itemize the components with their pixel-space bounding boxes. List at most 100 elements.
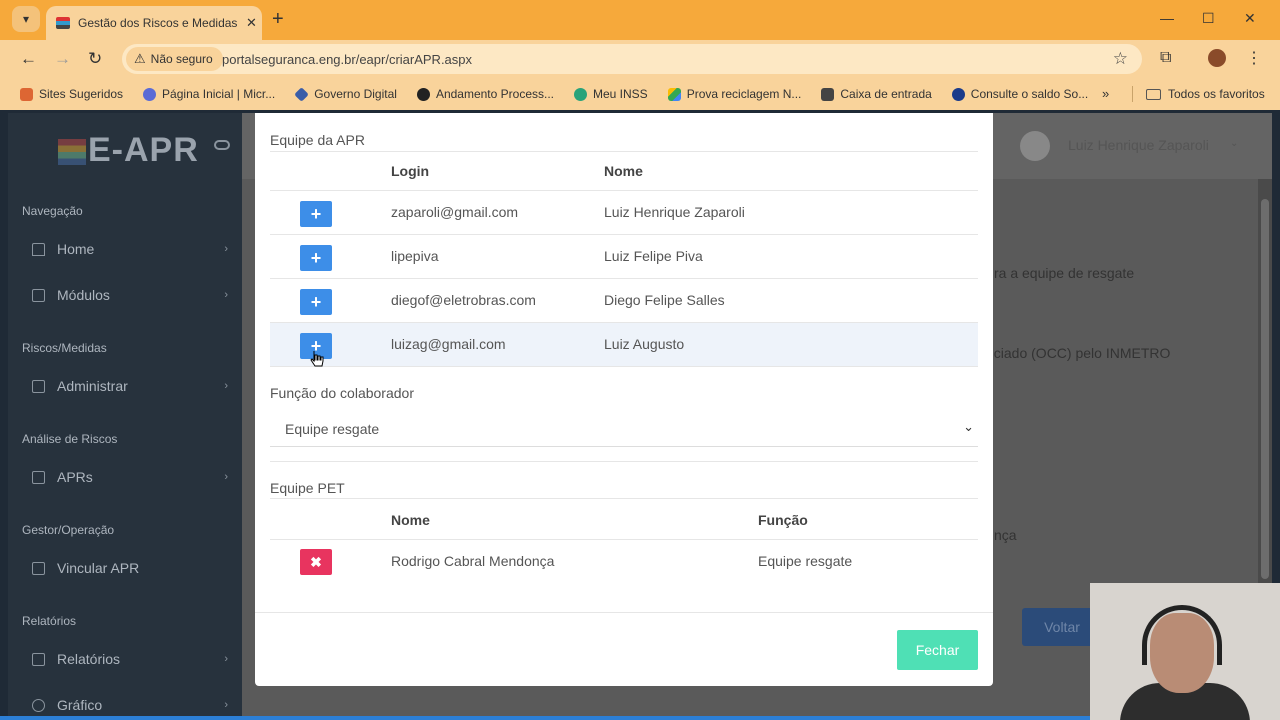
bookmark-icon (951, 87, 965, 101)
sidebar-section-title: Análise de Riscos (22, 432, 118, 446)
bookmark-item[interactable]: Governo Digital (294, 86, 397, 102)
back-icon[interactable]: ← (20, 49, 37, 69)
column-header-name: Nome (604, 163, 643, 179)
taskbar-edge (0, 716, 1090, 720)
divider (1132, 86, 1133, 102)
add-member-button[interactable]: + (300, 245, 332, 271)
scrollbar-thumb[interactable] (1261, 199, 1269, 579)
chevron-right-icon: › (224, 380, 228, 392)
reload-icon[interactable]: ↻ (88, 49, 102, 69)
bookmark-item[interactable]: Sites Sugeridos (20, 87, 123, 101)
divider (270, 151, 978, 152)
sidebar-item-aprs[interactable]: APRs › (32, 469, 228, 485)
sidebar-item-administrar[interactable]: Administrar › (32, 378, 228, 394)
hand-cursor-icon (310, 351, 324, 367)
table-row: ✖ Rodrigo Cabral Mendonça Equipe resgate (270, 540, 978, 584)
table-row: + diegof@eletrobras.com Diego Felipe Sal… (270, 279, 978, 323)
sidebar-item-vincular-apr[interactable]: Vincular APR (32, 560, 228, 576)
browser-menu-icon[interactable]: ⋮ (1246, 48, 1262, 68)
logo-mark (58, 139, 86, 166)
chevron-right-icon: › (224, 243, 228, 255)
browser-nav-bar: ← → ↻ ⚠ Não seguro portalseguranca.eng.b… (0, 40, 1280, 78)
bookmark-item[interactable]: Caixa de entrada (821, 87, 932, 101)
user-name[interactable]: Luiz Henrique Zaparoli (1068, 137, 1209, 153)
extensions-icon[interactable]: ⧉ (1160, 49, 1171, 67)
user-avatar[interactable] (1020, 131, 1050, 161)
window-close-icon[interactable]: ✕ (1244, 10, 1256, 27)
remove-member-button[interactable]: ✖ (300, 549, 332, 575)
bookmark-icon (294, 86, 310, 102)
security-label: Não seguro (150, 52, 213, 66)
member-login: luizag@gmail.com (391, 336, 506, 352)
maximize-icon[interactable]: ☐ (1202, 10, 1215, 27)
profile-avatar-icon[interactable] (1208, 49, 1226, 67)
sidebar-item-grafico[interactable]: Gráfico › (32, 697, 228, 713)
sidebar-toggle-icon[interactable] (214, 140, 230, 150)
table-row: + zaparoli@gmail.com Luiz Henrique Zapar… (270, 191, 978, 235)
background-text: nciado (OCC) pelo INMETRO (986, 345, 1171, 361)
column-header-role: Função (758, 512, 808, 528)
sidebar-section-title: Relatórios (22, 614, 77, 628)
security-chip[interactable]: ⚠ Não seguro (126, 47, 223, 71)
sidebar-item-relatorios[interactable]: Relatórios › (32, 651, 228, 667)
add-member-button[interactable]: + (300, 201, 332, 227)
browser-tab-bar: ▾ Gestão dos Riscos e Medidas P ✕ + — ☐ … (0, 0, 1280, 40)
bookmark-icon (416, 87, 430, 101)
pet-member-role: Equipe resgate (758, 553, 853, 569)
forward-icon[interactable]: → (54, 49, 71, 69)
url-text[interactable]: portalseguranca.eng.br/eapr/criarAPR.asp… (222, 52, 472, 67)
chevron-right-icon: › (224, 699, 228, 711)
bookmark-icon (20, 87, 33, 101)
bookmark-item[interactable]: Prova reciclagem N... (667, 87, 801, 101)
all-bookmarks-folder[interactable]: Todos os favoritos (1146, 87, 1265, 101)
plus-icon: + (310, 291, 322, 312)
webcam-overlay (1090, 583, 1280, 720)
role-select[interactable]: Equipe resgate ⌄ (270, 411, 978, 447)
chevron-down-icon: ⌄ (963, 419, 974, 434)
member-login: zaparoli@gmail.com (391, 204, 519, 220)
layers-icon (32, 288, 45, 302)
divider (270, 461, 978, 462)
browser-tab[interactable]: Gestão dos Riscos e Medidas P ✕ (46, 6, 262, 40)
sidebar-item-modulos[interactable]: Módulos › (32, 287, 228, 303)
pet-member-name: Rodrigo Cabral Mendonça (391, 553, 555, 569)
add-member-button[interactable]: + (300, 289, 332, 315)
minimize-icon[interactable]: — (1160, 10, 1174, 26)
sidebar: E-APR Navegação Home › Módulos › Riscos/Me… (8, 113, 242, 720)
member-name: Diego Felipe Salles (604, 292, 725, 308)
address-bar[interactable]: ⚠ Não seguro portalseguranca.eng.br/eapr… (122, 44, 1142, 74)
edit-icon (32, 561, 45, 575)
bookmark-item[interactable]: Consulte o saldo So... (951, 87, 1088, 101)
member-name: Luiz Augusto (604, 336, 685, 352)
member-name: Luiz Henrique Zaparoli (604, 204, 745, 220)
bookmark-item[interactable]: Meu INSS (574, 87, 648, 101)
column-header-name: Nome (391, 512, 430, 528)
tab-close-icon[interactable]: ✕ (246, 15, 257, 31)
bookmark-star-icon[interactable]: ☆ (1113, 49, 1128, 69)
chevron-down-icon[interactable]: ⌄ (1230, 138, 1238, 149)
divider (270, 498, 978, 499)
team-section-title: Equipe da APR (270, 132, 365, 148)
background-text: nça (994, 527, 1017, 543)
sidebar-section-title: Navegação (22, 204, 83, 218)
sidebar-item-home[interactable]: Home › (32, 241, 228, 257)
plus-icon: + (310, 203, 322, 224)
chart-icon (32, 698, 45, 712)
more-bookmarks-icon[interactable]: » (1102, 86, 1109, 101)
map-icon (32, 652, 45, 666)
chevron-right-icon: › (224, 289, 228, 301)
mail-icon (821, 87, 835, 101)
bookmark-item[interactable]: Andamento Process... (416, 87, 554, 101)
member-name: Luiz Felipe Piva (604, 248, 703, 264)
bookmark-item[interactable]: Página Inicial | Micr... (143, 87, 275, 101)
warning-icon: ⚠ (134, 51, 146, 66)
tab-search-icon[interactable]: ▾ (12, 6, 40, 32)
new-tab-icon[interactable]: + (272, 8, 284, 31)
close-button[interactable]: Fechar (897, 630, 978, 670)
bookmark-icon (143, 87, 157, 101)
plus-icon: + (310, 247, 322, 268)
app-logo[interactable]: E-APR (58, 131, 199, 170)
sidebar-section-title: Riscos/Medidas (22, 341, 107, 355)
tab-title: Gestão dos Riscos e Medidas P (78, 16, 238, 30)
role-label: Função do colaborador (270, 385, 414, 401)
